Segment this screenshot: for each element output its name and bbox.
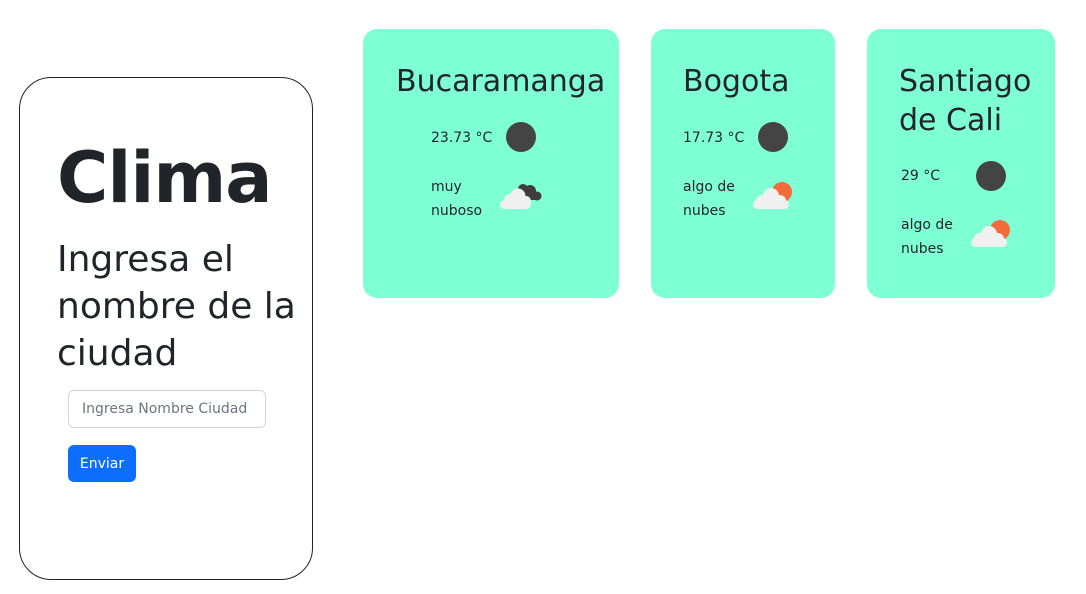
temperature: 29 °C	[901, 168, 941, 184]
weather-card-santiago-de-cali: Santiago de Cali 29 °C algo de nubes	[867, 29, 1055, 298]
search-panel: Clima Ingresa el nombre de la ciudad Env…	[19, 77, 313, 580]
temperature-dot-icon	[976, 161, 1006, 191]
weather-description: algo de nubes	[683, 179, 735, 219]
broken-clouds-icon	[500, 184, 542, 209]
few-clouds-icon	[971, 220, 1010, 247]
temperature-dot-icon	[758, 122, 788, 152]
search-subtitle: Ingresa el nombre de la ciudad	[57, 239, 296, 374]
weather-card-bogota: Bogota 17.73 °C algo de nubes	[651, 29, 835, 298]
city-name: Bucaramanga	[396, 64, 606, 99]
weather-description: algo de nubes	[901, 217, 953, 257]
city-name: Santiago de Cali	[899, 64, 1032, 138]
weather-description: muy nuboso	[431, 179, 483, 219]
app-title: Clima	[57, 137, 273, 219]
temperature: 17.73 °C	[683, 130, 745, 146]
few-clouds-icon	[753, 182, 792, 209]
submit-button[interactable]: Enviar	[68, 445, 136, 482]
weather-card-bucaramanga: Bucaramanga 23.73 °C muy nuboso	[363, 29, 619, 298]
temperature-dot-icon	[506, 122, 536, 152]
city-name: Bogota	[683, 64, 790, 99]
temperature: 23.73 °C	[431, 130, 493, 146]
city-search-input[interactable]	[68, 390, 266, 428]
